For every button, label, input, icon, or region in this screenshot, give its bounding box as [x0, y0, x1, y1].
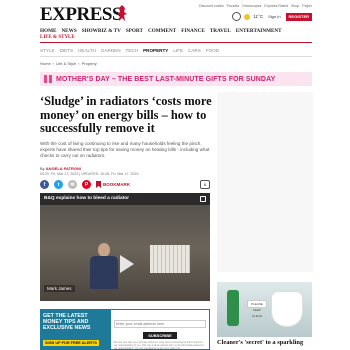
cat-food[interactable]: FOOD	[206, 48, 219, 53]
top-link[interactable]: Puzzles	[227, 4, 240, 8]
newsletter-signup: GET THE LATEST MONEY TIPS AND EXCLUSIVE …	[40, 309, 210, 350]
nav-life-style[interactable]: LIFE & STYLE	[40, 35, 75, 40]
article-headline: ‘Sludge’ in radiators ‘costs more money’…	[40, 94, 212, 135]
cat-diets[interactable]: DIETS	[60, 48, 74, 53]
sidebar-promo-title[interactable]: Cleaner's 'secret' to a sparkling	[217, 339, 313, 346]
nav-news[interactable]: NEWS	[61, 28, 76, 34]
pinterest-share-icon[interactable]: P	[82, 180, 91, 189]
top-link[interactable]: Discount codes	[199, 4, 224, 8]
search-icon[interactable]	[232, 12, 242, 21]
email-input[interactable]	[114, 320, 206, 328]
bookmark-button[interactable]: BOOKMARK	[103, 182, 130, 187]
top-bar: EXPRESS Discount codes Puzzles Horoscope…	[40, 2, 312, 26]
top-link[interactable]: Express Rated	[264, 4, 288, 8]
nav-showbiz[interactable]: SHOWBIZ & TV	[82, 28, 121, 34]
signin-link[interactable]: Sign In	[266, 14, 282, 19]
weather-sun-icon	[244, 13, 251, 20]
gift-icon	[44, 75, 52, 83]
cat-property[interactable]: PROPERTY	[143, 48, 168, 53]
byline: By ANGELA PATRONI	[40, 166, 82, 171]
play-icon[interactable]	[120, 255, 134, 273]
breadcrumb-life-style[interactable]: Life & Style	[56, 61, 76, 66]
newsletter-cta: SIGN UP FOR FREE ALERTS	[43, 340, 99, 346]
express-logo[interactable]: EXPRESS	[40, 4, 123, 26]
breadcrumb-home[interactable]: Home	[40, 61, 51, 66]
sidebar-ad-slot	[217, 92, 313, 272]
email-share-icon[interactable]: ✉	[68, 180, 77, 189]
newsletter-form: SUBSCRIBE We use your sign-up to provide…	[111, 310, 209, 350]
top-link[interactable]: Shop	[291, 4, 299, 8]
fullscreen-icon[interactable]	[200, 196, 206, 202]
video-title: B&Q explains how to bleed a radiator	[44, 196, 130, 201]
mothers-day-banner[interactable]: MOTHER'S DAY – THE BEST LAST-MINUTE GIFT…	[40, 72, 312, 86]
cleaner-bottle-image	[227, 290, 239, 326]
cat-garden[interactable]: GARDEN	[101, 48, 121, 53]
cat-life[interactable]: LIFE	[173, 48, 183, 53]
weather-temp: 11°C	[253, 14, 264, 19]
nav-comment[interactable]: COMMENT	[148, 28, 176, 34]
nav-entertainment[interactable]: ENTERTAINMENT	[236, 28, 282, 34]
nav-divider	[40, 42, 312, 43]
top-link[interactable]: Horoscopes	[242, 4, 261, 8]
cat-cars[interactable]: CARS	[188, 48, 201, 53]
top-link[interactable]: Paper	[302, 4, 312, 8]
crusader-logo-icon	[117, 5, 127, 21]
promo-sign: PLEASE KEEP CLEAN	[247, 300, 267, 318]
top-links: Discount codes Puzzles Horoscopes Expres…	[199, 4, 312, 8]
newsletter-legal: We use your sign-up to provide content i…	[114, 341, 204, 350]
presenter-figure	[88, 243, 120, 289]
video-frame: Mark James	[40, 205, 210, 301]
register-button[interactable]: REGISTER	[285, 12, 312, 21]
banner-text: MOTHER'S DAY – THE BEST LAST-MINUTE GIFT…	[56, 75, 276, 83]
newsletter-headline: GET THE LATEST MONEY TIPS AND EXCLUSIVE …	[43, 313, 91, 331]
breadcrumb-property[interactable]: Property	[82, 61, 97, 66]
breadcrumb: Home › Life & Style › Property	[40, 61, 97, 66]
newsletter-promo: GET THE LATEST MONEY TIPS AND EXCLUSIVE …	[40, 309, 110, 350]
cat-health[interactable]: HEALTH	[78, 48, 96, 53]
video-player[interactable]: B&Q explains how to bleed a radiator Mar…	[40, 193, 210, 301]
toilet-image	[272, 292, 302, 326]
nav-travel[interactable]: TRAVEL	[210, 28, 231, 34]
nav-finance[interactable]: FINANCE	[181, 28, 205, 34]
nav-home[interactable]: HOME	[40, 28, 56, 34]
facebook-share-icon[interactable]: f	[40, 180, 49, 189]
main-nav: HOME NEWS SHOWBIZ & TV SPORT COMMENT FIN…	[40, 28, 312, 34]
subscribe-button[interactable]: SUBSCRIBE	[143, 332, 177, 339]
twitter-share-icon[interactable]: t	[54, 180, 63, 189]
bookmark-icon[interactable]	[96, 181, 101, 188]
category-divider	[40, 56, 312, 57]
published-date: 09:20, Fri, Mar 17, 2023 | UPDATED: 10:2…	[40, 172, 139, 176]
author-link[interactable]: ANGELA PATRONI	[46, 166, 81, 171]
article-standfirst: With the cost of living continuing to ri…	[40, 141, 210, 158]
cat-style[interactable]: STYLE	[40, 48, 55, 53]
nav-sport[interactable]: SPORT	[126, 28, 143, 34]
radiator-image	[150, 245, 190, 273]
comment-count-icon[interactable]: 6	[200, 180, 210, 189]
sidebar-promo-image[interactable]: PLEASE KEEP CLEAN	[217, 282, 312, 337]
share-bar: f t ✉ P BOOKMARK	[40, 180, 130, 189]
category-nav: STYLE DIETS HEALTH GARDEN TECH PROPERTY …	[40, 48, 219, 53]
video-caption: Mark James	[44, 285, 75, 292]
header-actions: 11°C Sign In REGISTER	[232, 12, 312, 21]
cat-tech[interactable]: TECH	[126, 48, 139, 53]
